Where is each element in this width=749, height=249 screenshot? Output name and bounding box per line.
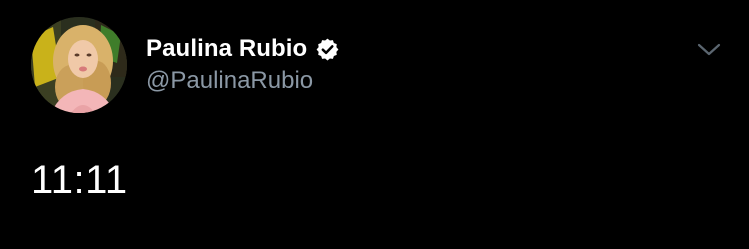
tweet-text: 11:11: [31, 158, 128, 202]
user-handle[interactable]: @PaulinaRubio: [146, 67, 340, 95]
avatar[interactable]: [31, 17, 127, 113]
avatar-photo: [31, 17, 127, 113]
display-name[interactable]: Paulina Rubio: [146, 35, 307, 63]
tweet-header: Paulina Rubio @PaulinaRubio: [146, 33, 340, 95]
name-row: Paulina Rubio: [146, 33, 340, 65]
chevron-down-icon[interactable]: [694, 38, 724, 62]
tweet-card[interactable]: Paulina Rubio @PaulinaRubio 11:11: [0, 0, 749, 249]
verified-badge-icon: [315, 37, 340, 62]
